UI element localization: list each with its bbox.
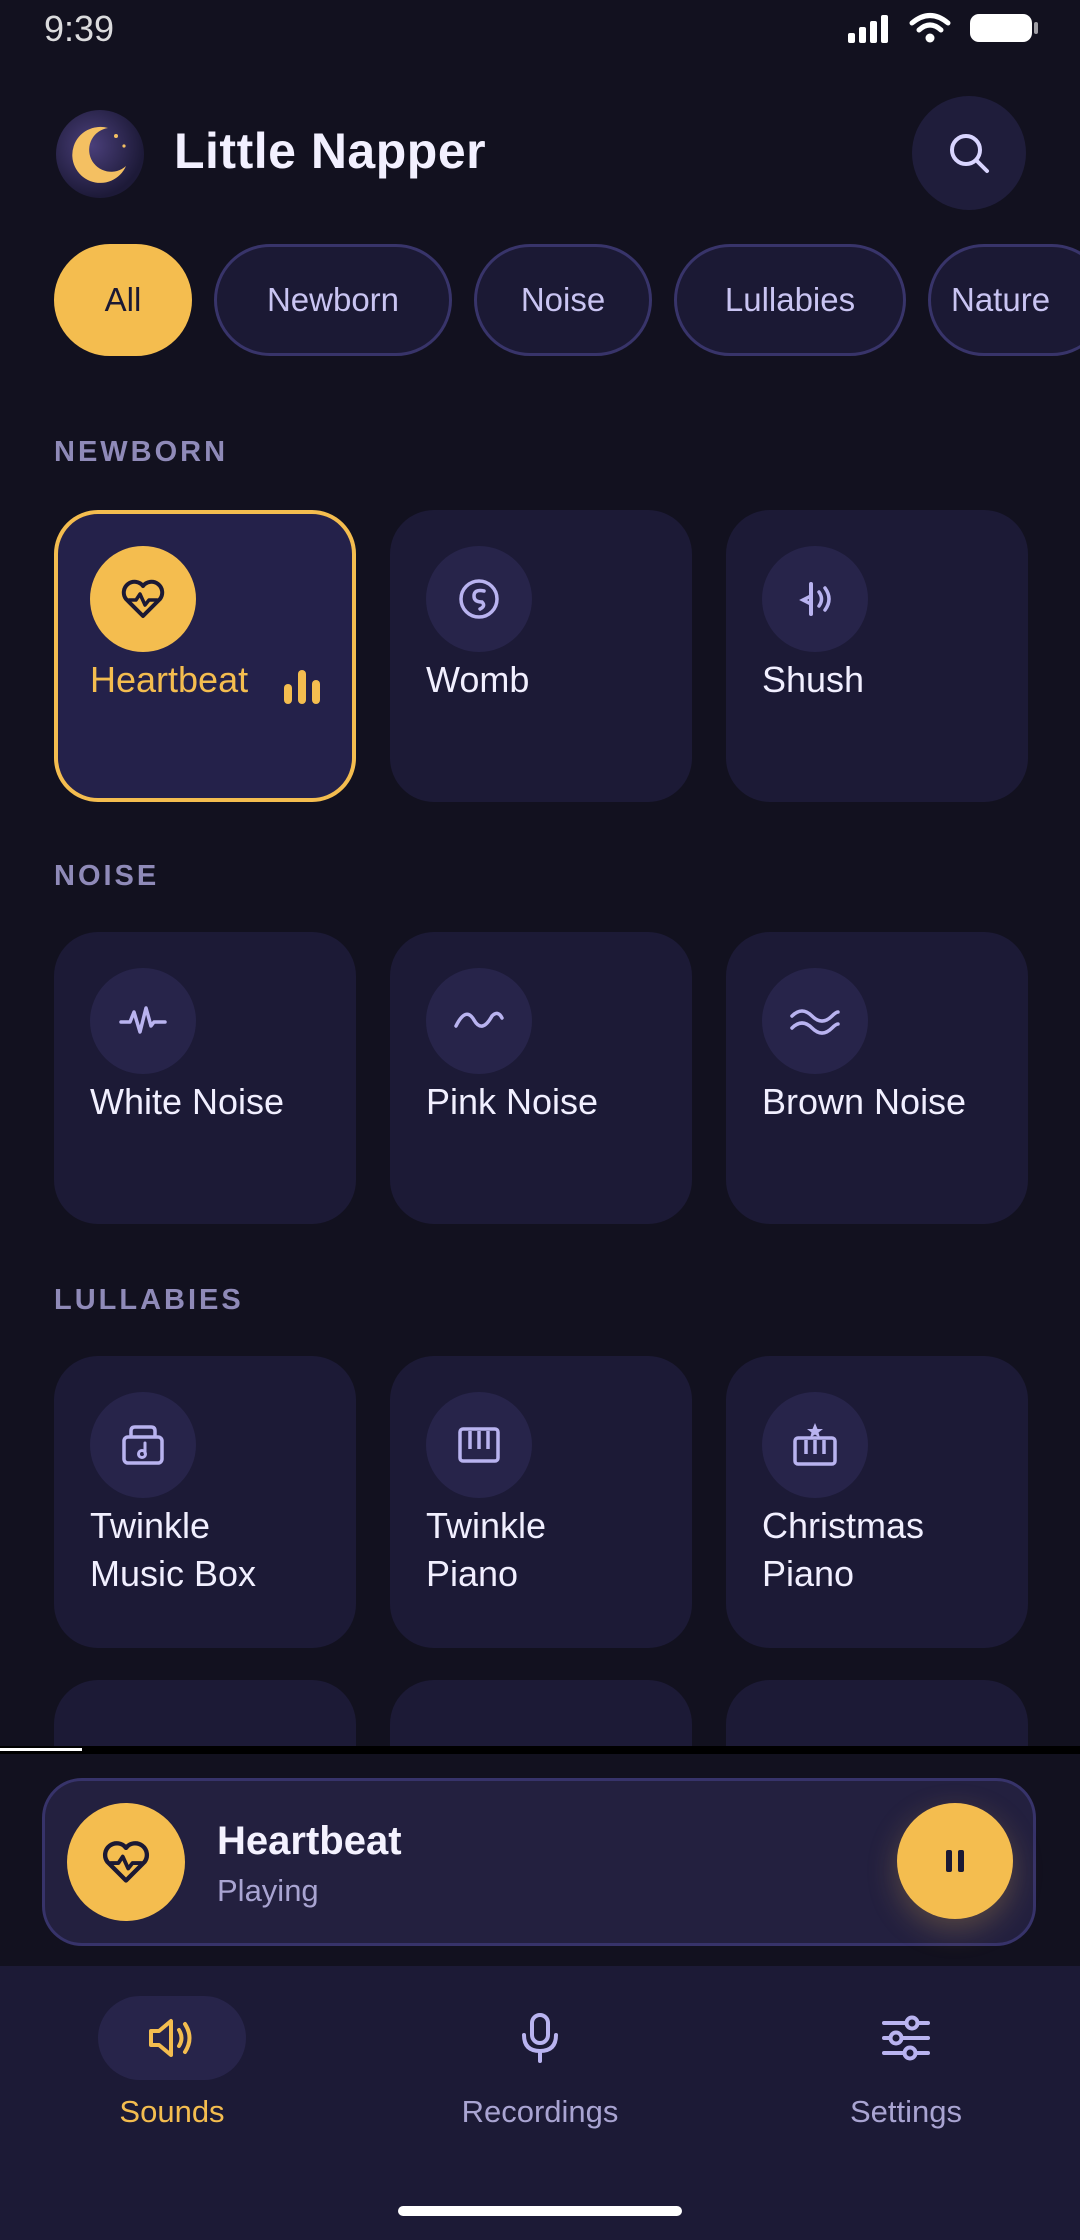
sine-wave-icon — [454, 1011, 504, 1028]
now-playing-title: Heartbeat — [217, 1819, 402, 1863]
now-playing-status: Playing — [217, 1873, 319, 1908]
label-line-2: Piano — [426, 1553, 519, 1594]
sound-card-label: Twinkle Music Box — [90, 1502, 256, 1598]
sound-card-label: Pink Noise — [426, 1081, 599, 1122]
sound-card-shush[interactable]: Shush — [726, 510, 1028, 802]
music-box-icon-wrap — [90, 1392, 196, 1498]
section-label-lullabies: LULLABIES — [54, 1284, 244, 1316]
chip-noise[interactable]: Noise — [474, 244, 652, 356]
chip-newborn[interactable]: Newborn — [214, 244, 452, 356]
app-title: Little Napper — [174, 123, 487, 179]
sound-card-white-noise[interactable]: White Noise — [54, 932, 356, 1224]
music-box-icon — [122, 1425, 164, 1465]
heart-pulse-icon-wrap — [90, 546, 196, 652]
shush-icon — [799, 582, 831, 616]
piano-icon-wrap — [426, 1392, 532, 1498]
label-line-1: Twinkle — [90, 1505, 211, 1546]
sound-card-pink-noise[interactable]: Pink Noise — [390, 932, 692, 1224]
cellular-signal-icon — [848, 15, 888, 43]
heart-pulse-icon — [102, 1841, 150, 1883]
sliders-icon — [882, 2015, 930, 2061]
piano-icon — [458, 1427, 500, 1463]
sound-card-peek — [726, 1680, 1028, 1750]
sound-card-twinkle-music-box[interactable]: Twinkle Music Box — [54, 1356, 356, 1648]
battery-icon — [970, 14, 1038, 42]
womb-icon — [459, 579, 499, 619]
status-icons — [846, 12, 1040, 44]
sound-card-peek — [390, 1680, 692, 1750]
label-line-1: Christmas — [762, 1505, 925, 1546]
microphone-icon — [522, 2013, 558, 2063]
sound-card-brown-noise[interactable]: Brown Noise — [726, 932, 1028, 1224]
search-icon — [950, 134, 989, 173]
nav-settings[interactable]: Settings — [776, 1996, 1036, 2130]
sound-card-label: Christmas Piano — [762, 1502, 924, 1598]
pulse-wave-icon-wrap — [90, 968, 196, 1074]
moon-logo-icon — [72, 126, 126, 183]
section-label-noise: NOISE — [54, 860, 160, 892]
playing-equalizer-icon — [284, 670, 320, 704]
sound-card-christmas-piano[interactable]: Christmas Piano — [726, 1356, 1028, 1648]
sound-card-label: Shush — [762, 659, 865, 700]
shush-icon-wrap — [762, 546, 868, 652]
label-line-1: Twinkle — [426, 1505, 547, 1546]
label-line-2: Music Box — [90, 1553, 257, 1594]
nav-recordings[interactable]: Recordings — [410, 1996, 670, 2130]
status-time: 9:39 — [44, 8, 115, 49]
nav-settings-label: Settings — [849, 2094, 962, 2129]
christmas-piano-icon — [793, 1423, 837, 1466]
chip-all[interactable]: All — [54, 244, 192, 356]
now-playing-artwork — [67, 1803, 185, 1921]
sound-card-label: Heartbeat — [90, 659, 249, 700]
now-playing-bar[interactable]: Heartbeat Playing — [42, 1778, 1036, 1946]
womb-icon-wrap — [426, 546, 532, 652]
sine-wave-icon-wrap — [426, 968, 532, 1074]
progress-fill — [0, 1748, 82, 1751]
chip-nature[interactable]: Nature — [928, 244, 1080, 356]
pulse-wave-icon — [119, 1006, 167, 1034]
nav-recordings-label: Recordings — [461, 2094, 619, 2129]
speaker-icon — [149, 2019, 192, 2057]
nav-sounds-label: Sounds — [119, 2094, 225, 2129]
app-logo-avatar — [56, 110, 144, 198]
christmas-piano-icon-wrap — [762, 1392, 868, 1498]
sound-card-twinkle-piano[interactable]: Twinkle Piano — [390, 1356, 692, 1648]
chip-lullabies[interactable]: Lullabies — [674, 244, 906, 356]
nav-settings-icon-wrap — [832, 1996, 980, 2080]
nav-recordings-icon-wrap — [466, 1996, 614, 2080]
double-wave-icon — [790, 1009, 840, 1035]
sound-card-label: White Noise — [90, 1081, 285, 1122]
label-line-2: Piano — [762, 1553, 855, 1594]
progress-track — [0, 1746, 1080, 1754]
sound-card-heartbeat[interactable]: Heartbeat — [54, 510, 356, 802]
search-button[interactable] — [912, 96, 1026, 210]
home-indicator[interactable] — [398, 2206, 682, 2216]
sound-card-label: Womb — [426, 659, 530, 700]
double-wave-icon-wrap — [762, 968, 868, 1074]
heart-pulse-icon — [121, 579, 165, 618]
section-label-newborn: NEWBORN — [54, 436, 229, 468]
pause-icon — [946, 1850, 964, 1872]
sound-card-peek — [54, 1680, 356, 1750]
nav-sounds-icon-wrap — [98, 1996, 246, 2080]
nav-sounds[interactable]: Sounds — [42, 1996, 302, 2130]
sound-card-label: Twinkle Piano — [426, 1502, 546, 1598]
wifi-icon — [909, 13, 951, 43]
bottom-navigation: Sounds Recordings Settings — [0, 1966, 1080, 2240]
category-chips: All Newborn Noise Lullabies Nature — [54, 244, 1080, 356]
sound-card-womb[interactable]: Womb — [390, 510, 692, 802]
pause-button[interactable] — [897, 1803, 1013, 1919]
sound-card-label: Brown Noise — [762, 1081, 967, 1122]
